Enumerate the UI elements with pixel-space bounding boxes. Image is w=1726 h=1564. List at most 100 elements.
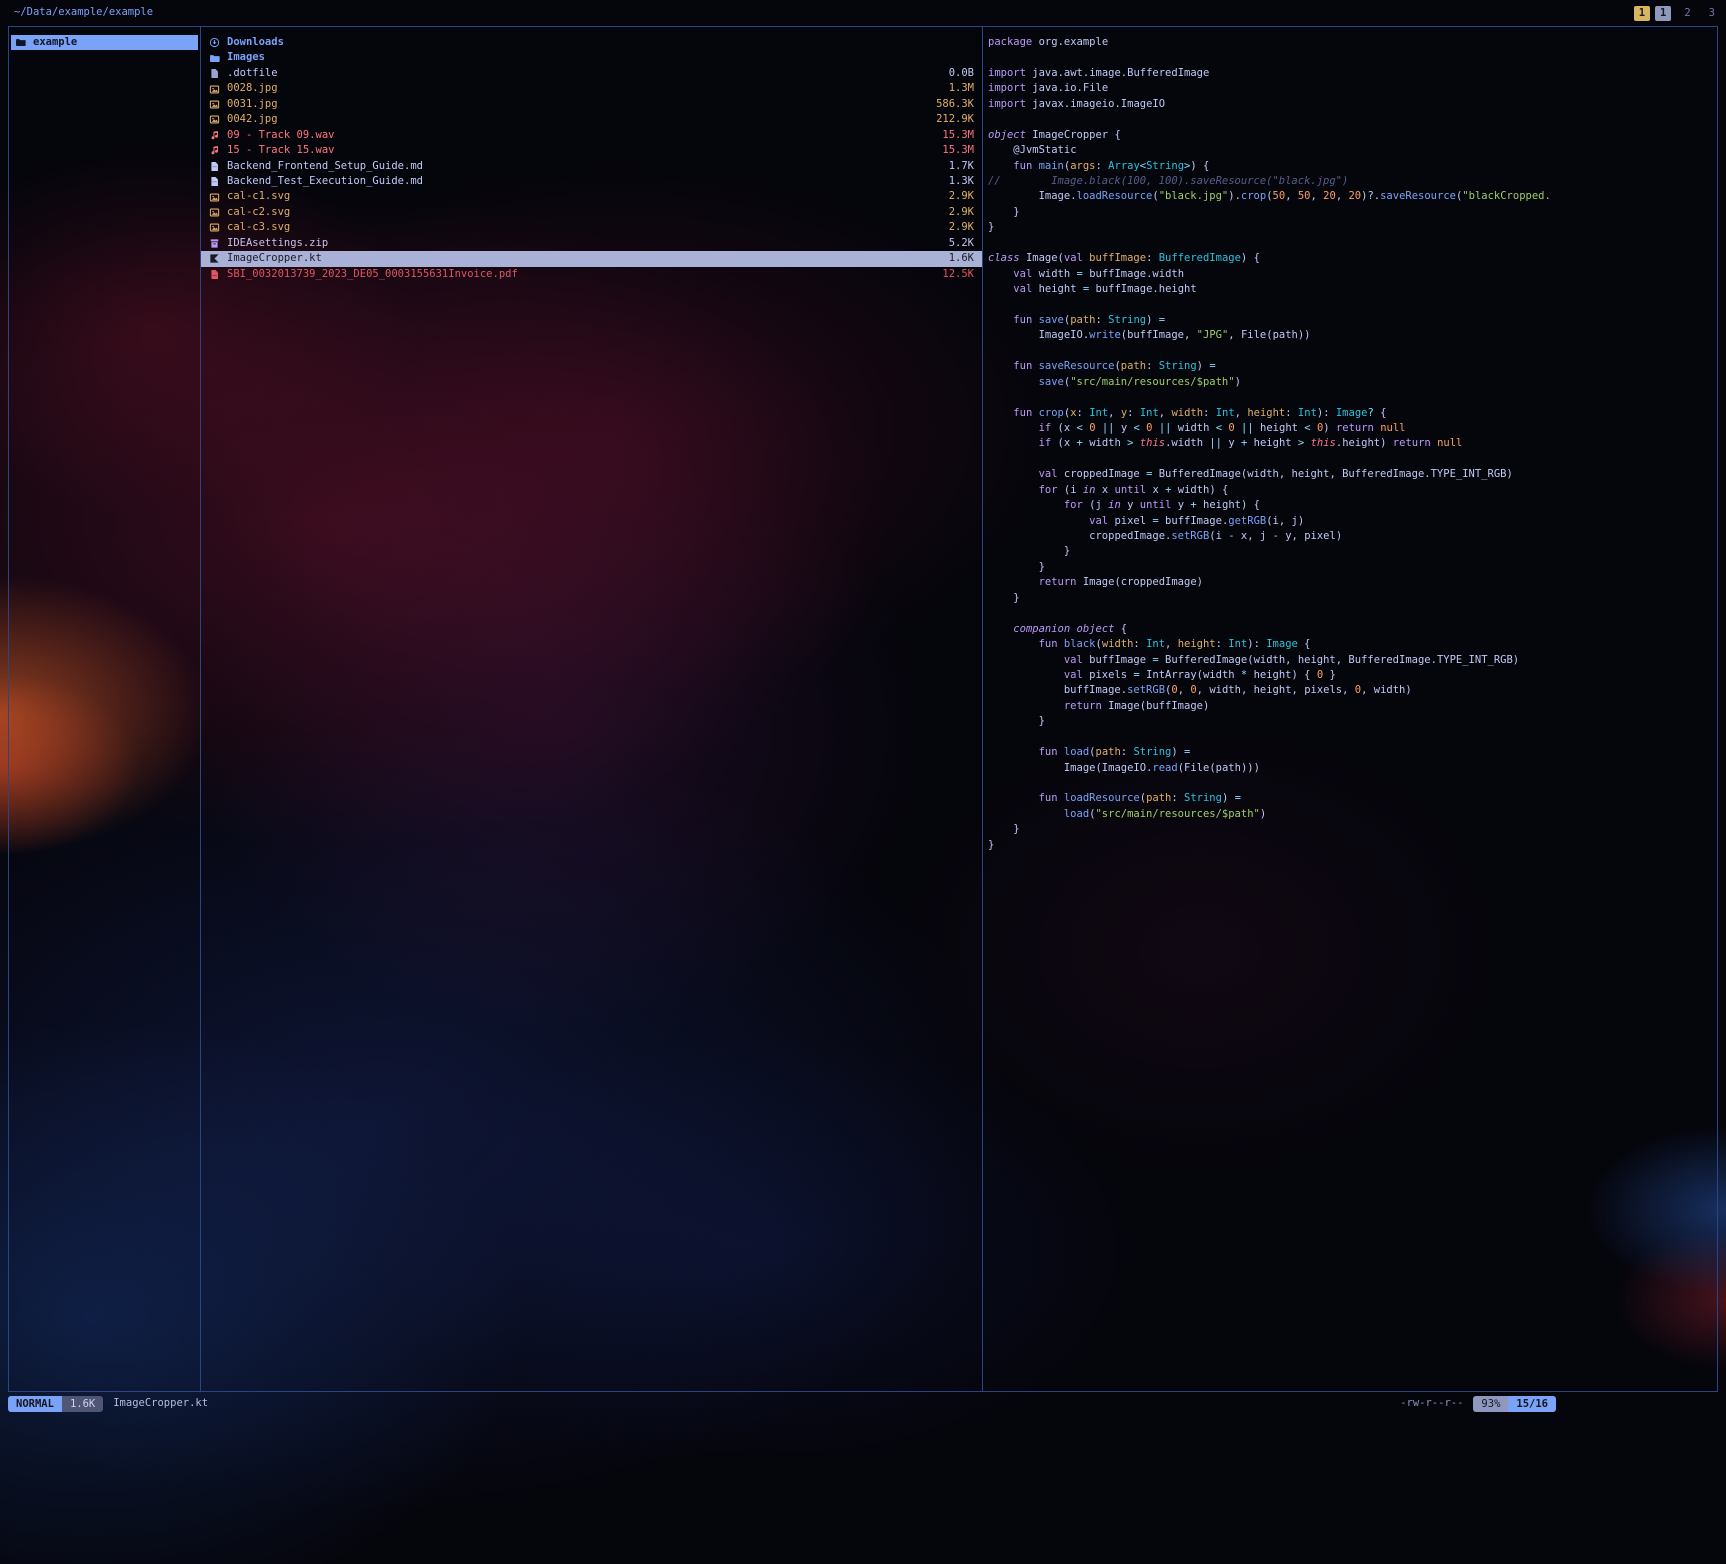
breadcrumb: ~/Data/example/example: [8, 5, 153, 20]
image-icon: [209, 84, 220, 95]
code-line: import javax.imageio.ImageIO: [988, 97, 1717, 112]
code-line: import java.awt.image.BufferedImage: [988, 66, 1717, 81]
cursor-position-badge: 15/16: [1508, 1396, 1556, 1412]
code-line: if (x < 0 || y < 0 || width < 0 || heigh…: [988, 421, 1717, 436]
code-line: [988, 50, 1717, 65]
code-line: }: [988, 822, 1717, 837]
code-line: [988, 606, 1717, 621]
file-row[interactable]: ImageCropper.kt1.6K: [201, 251, 982, 266]
code-line: // Image.black(100, 100).saveResource("b…: [988, 174, 1717, 189]
download-icon: [209, 37, 220, 48]
code-line: import java.io.File: [988, 81, 1717, 96]
file-row[interactable]: .dotfile0.0B: [201, 66, 982, 81]
tab[interactable]: 3: [1704, 6, 1720, 21]
code-line: buffImage.setRGB(0, 0, width, height, pi…: [988, 683, 1717, 698]
code-line: }: [988, 544, 1717, 559]
mode-badge: NORMAL: [8, 1396, 62, 1412]
file-row[interactable]: Images: [201, 50, 982, 65]
permissions-text: -rw-r--r--: [1400, 1396, 1463, 1411]
code-line: package org.example: [988, 35, 1717, 50]
code-line: fun loadResource(path: String) =: [988, 791, 1717, 806]
code-line: [988, 236, 1717, 251]
code-line: fun main(args: Array<String>) {: [988, 159, 1717, 174]
code-line: }: [988, 220, 1717, 235]
tab[interactable]: 2: [1679, 6, 1695, 21]
image-icon: [209, 99, 220, 110]
code-line: croppedImage.setRGB(i - x, j - y, pixel): [988, 529, 1717, 544]
code-line: }: [988, 560, 1717, 575]
code-line: for (i in x until x + width) {: [988, 483, 1717, 498]
code-line: }: [988, 591, 1717, 606]
code-line: val width = buffImage.width: [988, 267, 1717, 282]
code-line: save("src/main/resources/$path"): [988, 375, 1717, 390]
code-line: [988, 297, 1717, 312]
file-list-pane[interactable]: Downloads Images .dotfile0.0B 0028.jpg1.…: [201, 27, 983, 1391]
code-line: return Image(croppedImage): [988, 575, 1717, 590]
code-line: for (j in y until y + height) {: [988, 498, 1717, 513]
terminal-screen: ~/Data/example/example 1 123 example Dow…: [0, 0, 1726, 1564]
file-row[interactable]: cal-c2.svg2.9K: [201, 205, 982, 220]
parent-dir-item[interactable]: example: [11, 35, 198, 50]
preview-pane[interactable]: package org.example import java.awt.image…: [983, 27, 1717, 1391]
code-line: Image.loadResource("black.jpg").crop(50,…: [988, 189, 1717, 204]
code-line: fun load(path: String) =: [988, 745, 1717, 760]
code-line: fun black(width: Int, height: Int): Imag…: [988, 637, 1717, 652]
code-line: companion object {: [988, 622, 1717, 637]
file-row[interactable]: 0031.jpg586.3K: [201, 97, 982, 112]
file-row[interactable]: 0028.jpg1.3M: [201, 81, 982, 96]
status-bar: NORMAL 1.6K ImageCropper.kt -rw-r--r-- 9…: [8, 1396, 1718, 1412]
tab-bar: 1 123: [1634, 6, 1722, 21]
pdf-icon: [209, 269, 220, 280]
file-row[interactable]: cal-c1.svg2.9K: [201, 189, 982, 204]
code-line: [988, 452, 1717, 467]
file-row[interactable]: Backend_Test_Execution_Guide.md1.3K: [201, 174, 982, 189]
image-icon: [209, 114, 220, 125]
file-icon: [209, 68, 220, 79]
code-line: Image(ImageIO.read(File(path))): [988, 761, 1717, 776]
code-line: }: [988, 838, 1717, 853]
code-line: }: [988, 714, 1717, 729]
code-line: object ImageCropper {: [988, 128, 1717, 143]
file-row[interactable]: IDEAsettings.zip5.2K: [201, 236, 982, 251]
header-bar: ~/Data/example/example 1 123: [8, 0, 1722, 26]
folder-icon: [209, 53, 220, 64]
archive-icon: [209, 238, 220, 249]
code-line: @JvmStatic: [988, 143, 1717, 158]
code-line: [988, 390, 1717, 405]
image-icon: [209, 192, 220, 203]
code-line: val height = buffImage.height: [988, 282, 1717, 297]
file-row[interactable]: 09 - Track 09.wav15.3M: [201, 128, 982, 143]
status-right-group: -rw-r--r-- 93% 15/16: [1400, 1396, 1556, 1412]
code-line: class Image(val buffImage: BufferedImage…: [988, 251, 1717, 266]
parent-pane[interactable]: example: [9, 27, 201, 1391]
code-line: [988, 730, 1717, 745]
image-icon: [209, 222, 220, 233]
code-line: val pixel = buffImage.getRGB(i, j): [988, 514, 1717, 529]
manager-panes: example Downloads Images .dotfile0.0B 00…: [8, 26, 1718, 1392]
code-line: [988, 776, 1717, 791]
file-row[interactable]: 0042.jpg212.9K: [201, 112, 982, 127]
task-count-badge: 1: [1634, 6, 1650, 21]
code-line: return Image(buffImage): [988, 699, 1717, 714]
status-filename: ImageCropper.kt: [113, 1396, 208, 1411]
file-row[interactable]: Downloads: [201, 35, 982, 50]
scroll-percent-badge: 93%: [1473, 1396, 1508, 1412]
code-line: ImageIO.write(buffImage, "JPG", File(pat…: [988, 328, 1717, 343]
code-line: load("src/main/resources/$path"): [988, 807, 1717, 822]
markdown-icon: [209, 176, 220, 187]
code-line: fun saveResource(path: String) =: [988, 359, 1717, 374]
audio-icon: [209, 130, 220, 141]
file-row[interactable]: cal-c3.svg2.9K: [201, 220, 982, 235]
tab[interactable]: 1: [1655, 6, 1671, 21]
code-line: fun crop(x: Int, y: Int, width: Int, hei…: [988, 406, 1717, 421]
file-row[interactable]: Backend_Frontend_Setup_Guide.md1.7K: [201, 159, 982, 174]
code-line: if (x + width > this.width || y + height…: [988, 436, 1717, 451]
code-line: [988, 112, 1717, 127]
file-row[interactable]: SBI_0032013739_2023_DE05_0003155631Invoi…: [201, 267, 982, 282]
kotlin-icon: [209, 253, 220, 264]
code-line: val pixels = IntArray(width * height) { …: [988, 668, 1717, 683]
code-line: fun save(path: String) =: [988, 313, 1717, 328]
code-line: [988, 344, 1717, 359]
markdown-icon: [209, 161, 220, 172]
file-row[interactable]: 15 - Track 15.wav15.3M: [201, 143, 982, 158]
